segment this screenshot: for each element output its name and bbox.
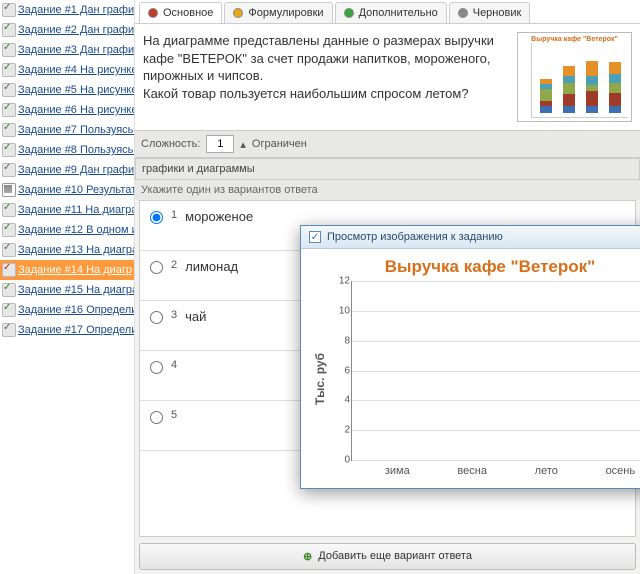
chart-grid: 024681012 <box>351 281 640 461</box>
option-radio-2[interactable] <box>150 261 163 274</box>
option-text: чай <box>185 309 206 324</box>
task-item-8[interactable]: Задание #8 Пользуясь г <box>0 140 134 160</box>
option-text: мороженое <box>185 209 253 224</box>
thumb-title: Выручка кафе "Ветерок" <box>521 36 628 43</box>
ytick: 4 <box>330 395 350 406</box>
option-radio-5[interactable] <box>150 411 163 424</box>
option-number: 3 <box>171 309 177 321</box>
chart-ylabel: Тыс. руб <box>311 281 329 477</box>
tab-dot-icon <box>148 8 158 18</box>
option-number: 4 <box>171 359 177 371</box>
thumb-chart <box>531 43 628 118</box>
task-item-2[interactable]: Задание #2 Дан график <box>0 20 134 40</box>
option-number: 1 <box>171 209 177 221</box>
task-item-3[interactable]: Задание #3 Дан график <box>0 40 134 60</box>
ytick: 12 <box>330 276 350 287</box>
ytick: 0 <box>330 455 350 466</box>
tab-0[interactable]: Основное <box>139 2 222 23</box>
plus-icon: ⊕ <box>303 550 312 563</box>
tab-2[interactable]: Дополнительно <box>335 2 447 23</box>
task-item-1[interactable]: Задание #1 Дан график <box>0 0 134 20</box>
task-item-9[interactable]: Задание #9 Дан график <box>0 160 134 180</box>
option-radio-1[interactable] <box>150 211 163 224</box>
task-sidebar: Задание #1 Дан графикЗадание #2 Дан граф… <box>0 0 135 574</box>
popup-titlebar[interactable]: ✓ Просмотр изображения к заданию <box>301 226 640 249</box>
complexity-input[interactable] <box>206 135 234 153</box>
popup-title-text: Просмотр изображения к заданию <box>327 231 503 243</box>
task-item-12[interactable]: Задание #12 В одном из <box>0 220 134 240</box>
category-row[interactable]: графики и диаграммы <box>135 158 640 180</box>
answer-hint: Укажите один из вариантов ответа <box>135 180 640 200</box>
tab-dot-icon <box>344 8 354 18</box>
tab-3[interactable]: Черновик <box>449 2 531 23</box>
limit-label: Ограничен <box>252 138 307 150</box>
task-item-15[interactable]: Задание #15 На диаграм <box>0 280 134 300</box>
task-item-4[interactable]: Задание #4 На рисунке <box>0 60 134 80</box>
task-item-13[interactable]: Задание #13 На диаграм <box>0 240 134 260</box>
complexity-label: Сложность: <box>141 138 200 150</box>
xtick: лето <box>535 465 558 477</box>
image-preview-popup[interactable]: ✓ Просмотр изображения к заданию Выручка… <box>300 225 640 489</box>
tab-bar: ОсновноеФормулировкиДополнительноЧернови… <box>135 0 640 24</box>
tab-dot-icon <box>233 8 243 18</box>
add-option-label: Добавить еще вариант ответа <box>318 550 472 563</box>
task-item-17[interactable]: Задание #17 Определить <box>0 320 134 340</box>
xtick: осень <box>606 465 636 477</box>
tab-dot-icon <box>458 8 468 18</box>
chart-thumbnail[interactable]: Выручка кафе "Ветерок" <box>517 32 632 122</box>
task-description: На диаграмме представлены данные о разме… <box>143 32 509 122</box>
ytick: 10 <box>330 305 350 316</box>
chart-xticks: зима весна лето осень <box>351 461 640 477</box>
option-text: лимонад <box>185 259 238 274</box>
task-item-5[interactable]: Задание #5 На рисунке <box>0 80 134 100</box>
task-item-10[interactable]: Задание #10 Результат <box>0 180 134 200</box>
task-item-7[interactable]: Задание #7 Пользуясь г <box>0 120 134 140</box>
task-item-16[interactable]: Задание #16 Определить <box>0 300 134 320</box>
ytick: 2 <box>330 425 350 436</box>
tab-1[interactable]: Формулировки <box>224 2 332 23</box>
chart-title: Выручка кафе "Ветерок" <box>311 255 640 281</box>
option-number: 2 <box>171 259 177 271</box>
spinner-up-icon[interactable]: ▴ <box>240 138 246 151</box>
properties-row: Сложность: ▴ Ограничен <box>135 131 640 158</box>
option-radio-4[interactable] <box>150 361 163 374</box>
option-radio-3[interactable] <box>150 311 163 324</box>
task-item-6[interactable]: Задание #6 На рисунке <box>0 100 134 120</box>
xtick: зима <box>385 465 410 477</box>
add-option-button[interactable]: ⊕ Добавить еще вариант ответа <box>139 543 636 570</box>
popup-check-icon[interactable]: ✓ <box>309 231 321 243</box>
ytick: 8 <box>330 335 350 346</box>
option-number: 5 <box>171 409 177 421</box>
ytick: 6 <box>330 365 350 376</box>
task-item-11[interactable]: Задание #11 На диаграм <box>0 200 134 220</box>
xtick: весна <box>457 465 487 477</box>
task-item-14[interactable]: Задание #14 На диагр <box>0 260 134 280</box>
